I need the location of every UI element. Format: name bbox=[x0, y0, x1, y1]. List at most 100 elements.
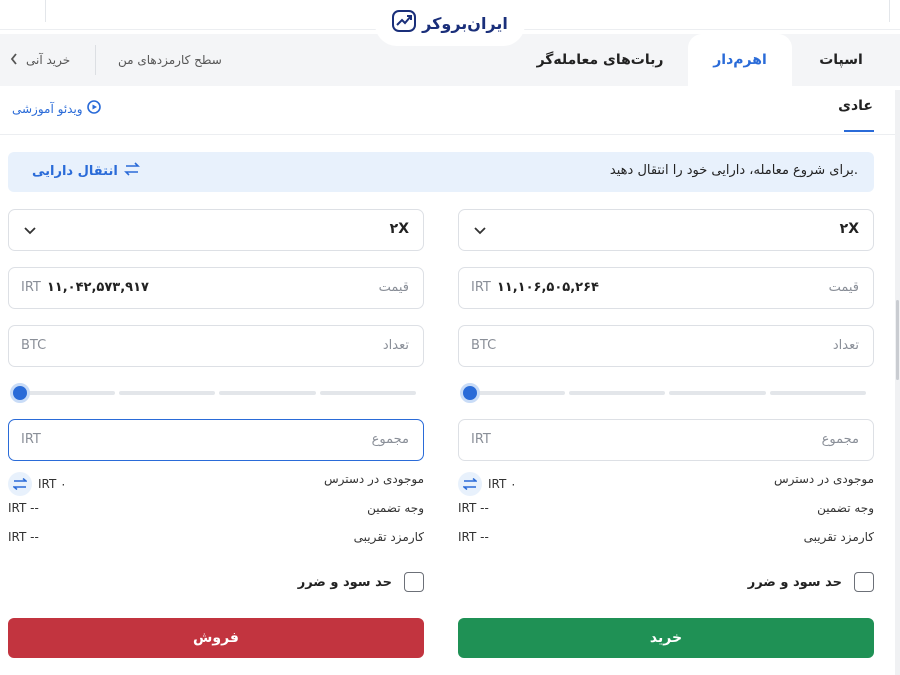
buy-available-label: موجودی در دسترس bbox=[773, 472, 874, 486]
sell-fee-label: کارمزد تقریبی bbox=[353, 530, 424, 544]
sell-available-group: IRT ۰ bbox=[8, 472, 67, 496]
tab-trading-bots[interactable]: ربات‌های معامله‌گر bbox=[520, 34, 680, 86]
tab-leverage-label: اهرم‌دار bbox=[713, 52, 767, 68]
sell-total-field[interactable]: مجموع IRT bbox=[8, 419, 424, 461]
buy-available-group: IRT ۰ bbox=[458, 472, 517, 496]
sell-slider-knob[interactable] bbox=[10, 383, 30, 403]
buy-fee-label: کارمزد تقریبی bbox=[803, 530, 874, 544]
subtab-normal[interactable]: عادی bbox=[838, 98, 873, 114]
sell-tp-sl-row[interactable]: حد سود و ضرر bbox=[298, 571, 424, 593]
slider-segment bbox=[468, 391, 565, 395]
tab-spot-label: اسپات bbox=[819, 52, 863, 68]
subtab-separator bbox=[0, 134, 900, 135]
slider-segment bbox=[219, 391, 316, 395]
buy-fee-value: IRT -- bbox=[458, 530, 489, 544]
chevron-down-icon bbox=[23, 222, 37, 241]
buy-collateral-label: وجه تضمین bbox=[817, 501, 874, 515]
buy-tp-sl-checkbox[interactable] bbox=[854, 572, 874, 592]
instant-buy-link[interactable]: خرید آنی bbox=[10, 34, 70, 86]
sell-price-field[interactable]: قیمت IRT ۱۱,۰۴۲,۵۷۳,۹۱۷ bbox=[8, 267, 424, 309]
swap-arrows-icon bbox=[463, 478, 477, 490]
video-tutorial-label: ویدئو آموزشی bbox=[12, 101, 83, 116]
top-strip-segment bbox=[0, 0, 46, 22]
sell-tp-sl-label: حد سود و ضرر bbox=[297, 574, 392, 590]
slider-segment bbox=[18, 391, 115, 395]
sell-button-label: فروش bbox=[193, 630, 239, 646]
transfer-asset-button[interactable]: انتقال دارایی bbox=[32, 162, 140, 180]
sell-fee-row: کارمزد تقریبی IRT -- bbox=[8, 528, 424, 548]
buy-price-value-group: IRT ۱۱,۱۰۶,۵۰۵,۲۶۴ bbox=[471, 280, 599, 295]
sell-price-currency: IRT bbox=[21, 280, 41, 295]
buy-button-label: خرید bbox=[649, 630, 683, 646]
sell-available-value: IRT ۰ bbox=[38, 477, 67, 491]
buy-button[interactable]: خرید bbox=[458, 618, 874, 658]
buy-total-field[interactable]: مجموع IRT bbox=[458, 419, 874, 461]
banner-message: برای شروع معامله، دارایی خود را انتقال د… bbox=[609, 163, 858, 178]
slider-segment bbox=[319, 391, 416, 395]
buy-transfer-swap-button[interactable] bbox=[458, 472, 482, 496]
slider-segment bbox=[769, 391, 866, 395]
swap-arrows-icon bbox=[123, 162, 140, 180]
buy-slider-knob[interactable] bbox=[460, 383, 480, 403]
chevron-down-icon bbox=[473, 222, 487, 241]
sell-total-unit: IRT bbox=[21, 432, 41, 447]
buy-total-unit: IRT bbox=[471, 432, 491, 447]
subtab-underline bbox=[844, 130, 874, 132]
sell-available-label: موجودی در دسترس bbox=[323, 472, 424, 486]
header-divider bbox=[95, 45, 96, 75]
buy-tp-sl-row[interactable]: حد سود و ضرر bbox=[748, 571, 874, 593]
sell-amount-field[interactable]: تعداد BTC bbox=[8, 325, 424, 367]
subtab-normal-label: عادی bbox=[838, 98, 873, 114]
brand-logo-text: ایران‌بروکر bbox=[422, 13, 508, 33]
slider-segment bbox=[568, 391, 665, 395]
instant-buy-label: خرید آنی bbox=[26, 53, 71, 67]
sell-collateral-label: وجه تضمین bbox=[367, 501, 424, 515]
buy-total-label: مجموع bbox=[821, 432, 859, 447]
buy-amount-field[interactable]: تعداد BTC bbox=[458, 325, 874, 367]
sell-amount-label: تعداد bbox=[382, 338, 409, 353]
brand-logo[interactable]: ایران‌بروکر bbox=[375, 0, 525, 46]
buy-collateral-row: وجه تضمین IRT -- bbox=[458, 499, 874, 519]
sell-collateral-row: وجه تضمین IRT -- bbox=[8, 499, 424, 519]
tab-trading-bots-label: ربات‌های معامله‌گر bbox=[536, 52, 664, 68]
buy-price-field[interactable]: قیمت IRT ۱۱,۱۰۶,۵۰۵,۲۶۴ bbox=[458, 267, 874, 309]
play-circle-icon bbox=[86, 100, 101, 117]
buy-slider-track[interactable] bbox=[468, 391, 866, 395]
buy-leverage-value: ۲X bbox=[839, 221, 859, 237]
swap-arrows-icon bbox=[13, 478, 27, 490]
fees-level-label: سطح کارمزدهای من bbox=[118, 53, 222, 67]
logo-chart-icon bbox=[392, 10, 417, 36]
video-tutorial-link[interactable]: ویدئو آموزشی bbox=[12, 100, 101, 117]
sell-transfer-swap-button[interactable] bbox=[8, 472, 32, 496]
sell-leverage-select[interactable]: ۲X bbox=[8, 209, 424, 251]
sell-price-value-group: IRT ۱۱,۰۴۲,۵۷۳,۹۱۷ bbox=[21, 280, 149, 295]
sell-slider-track[interactable] bbox=[18, 391, 416, 395]
buy-amount-label: تعداد bbox=[832, 338, 859, 353]
buy-price-currency: IRT bbox=[471, 280, 491, 295]
buy-price-label: قیمت bbox=[828, 280, 859, 295]
buy-price-value: ۱۱,۱۰۶,۵۰۵,۲۶۴ bbox=[496, 280, 599, 295]
transfer-asset-label: انتقال دارایی bbox=[32, 163, 118, 179]
chevron-left-icon bbox=[10, 52, 18, 68]
buy-leverage-select[interactable]: ۲X bbox=[458, 209, 874, 251]
buy-amount-unit: BTC bbox=[471, 338, 497, 353]
scrollbar-thumb[interactable] bbox=[896, 300, 899, 380]
sell-price-value: ۱۱,۰۴۲,۵۷۳,۹۱۷ bbox=[46, 280, 149, 295]
scrollbar[interactable] bbox=[895, 90, 900, 675]
fees-level-link[interactable]: سطح کارمزدهای من bbox=[118, 34, 222, 86]
tab-leverage[interactable]: اهرم‌دار bbox=[688, 34, 792, 86]
sell-leverage-value: ۲X bbox=[389, 221, 409, 237]
sell-available-row: موجودی در دسترس IRT ۰ bbox=[8, 470, 424, 496]
tab-spot[interactable]: اسپات bbox=[792, 34, 890, 86]
sell-total-label: مجموع bbox=[371, 432, 409, 447]
buy-available-value: IRT ۰ bbox=[488, 477, 517, 491]
sell-collateral-value: IRT -- bbox=[8, 501, 39, 515]
buy-fee-row: کارمزد تقریبی IRT -- bbox=[458, 528, 874, 548]
sell-fee-value: IRT -- bbox=[8, 530, 39, 544]
sell-amount-unit: BTC bbox=[21, 338, 47, 353]
sell-button[interactable]: فروش bbox=[8, 618, 424, 658]
buy-tp-sl-label: حد سود و ضرر bbox=[747, 574, 842, 590]
buy-available-row: موجودی در دسترس IRT ۰ bbox=[458, 470, 874, 496]
slider-segment bbox=[118, 391, 215, 395]
sell-tp-sl-checkbox[interactable] bbox=[404, 572, 424, 592]
